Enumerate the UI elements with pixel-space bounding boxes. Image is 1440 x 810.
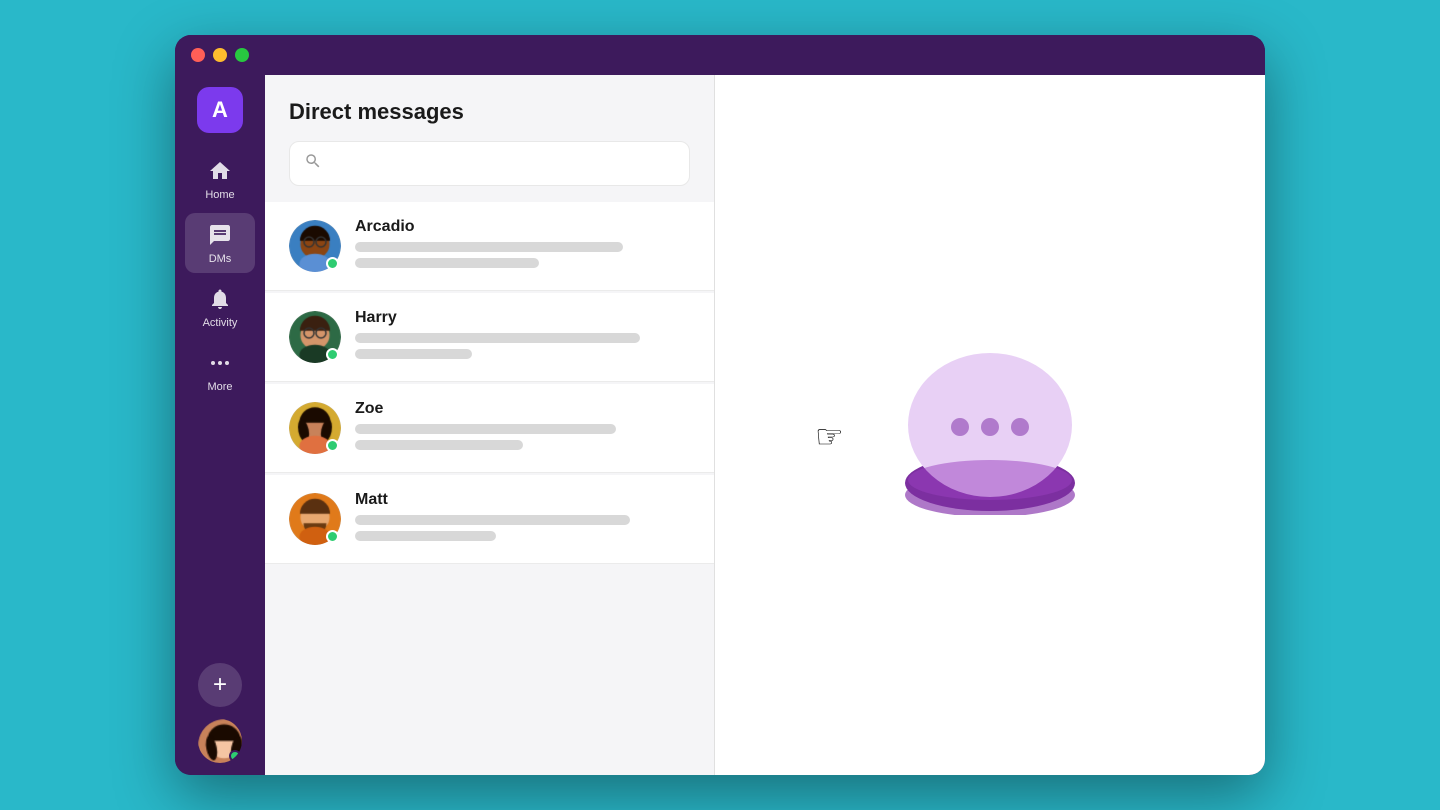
home-icon	[206, 157, 234, 185]
titlebar	[175, 35, 1265, 75]
search-icon	[304, 152, 322, 175]
sidebar-activity-label: Activity	[203, 317, 238, 329]
arcadio-preview-line1	[355, 242, 623, 252]
chat-bubble-svg	[890, 335, 1090, 515]
arcadio-avatar-wrap	[289, 220, 341, 272]
close-button[interactable]	[191, 48, 205, 62]
chat-illustration	[890, 335, 1090, 515]
matt-name: Matt	[355, 491, 690, 509]
app-body: A Home DMs	[175, 75, 1265, 775]
zoe-preview-line1	[355, 424, 616, 434]
main-content: ☞	[715, 75, 1265, 775]
harry-content: Harry	[355, 309, 690, 365]
add-button[interactable]: +	[198, 663, 242, 707]
dms-icon	[206, 221, 234, 249]
user-status-dot	[229, 750, 241, 762]
user-avatar[interactable]	[198, 719, 242, 763]
zoe-content: Zoe	[355, 400, 690, 456]
harry-preview-line2	[355, 349, 472, 359]
sidebar-item-activity[interactable]: Activity	[185, 277, 255, 337]
maximize-button[interactable]	[235, 48, 249, 62]
arcadio-status-dot	[326, 257, 339, 270]
matt-avatar-wrap	[289, 493, 341, 545]
arcadio-name: Arcadio	[355, 218, 690, 236]
matt-preview-line1	[355, 515, 630, 525]
dm-item-harry[interactable]: Harry	[265, 293, 714, 382]
bell-icon	[206, 285, 234, 313]
harry-status-dot	[326, 348, 339, 361]
arcadio-preview-line2	[355, 258, 539, 268]
dm-list: Arcadio Harry	[265, 202, 714, 775]
dm-header: Direct messages	[265, 75, 714, 141]
matt-status-dot	[326, 530, 339, 543]
matt-preview-line2	[355, 531, 496, 541]
more-icon	[206, 349, 234, 377]
zoe-name: Zoe	[355, 400, 690, 418]
search-input[interactable]	[332, 155, 675, 172]
zoe-status-dot	[326, 439, 339, 452]
sidebar-item-home[interactable]: Home	[185, 149, 255, 209]
harry-avatar-wrap	[289, 311, 341, 363]
dm-panel-title: Direct messages	[289, 99, 690, 125]
sidebar-item-dms[interactable]: DMs	[185, 213, 255, 273]
matt-content: Matt	[355, 491, 690, 547]
harry-preview-line1	[355, 333, 640, 343]
arcadio-content: Arcadio	[355, 218, 690, 274]
sidebar-more-label: More	[207, 381, 232, 393]
sidebar-dms-label: DMs	[209, 253, 232, 265]
sidebar: A Home DMs	[175, 75, 265, 775]
minimize-button[interactable]	[213, 48, 227, 62]
cursor-hand-icon: ☞	[815, 417, 844, 455]
harry-name: Harry	[355, 309, 690, 327]
dm-item-zoe[interactable]: Zoe	[265, 384, 714, 473]
sidebar-home-label: Home	[205, 189, 234, 201]
sidebar-item-more[interactable]: More	[185, 341, 255, 401]
app-window: A Home DMs	[175, 35, 1265, 775]
dm-item-arcadio[interactable]: Arcadio	[265, 202, 714, 291]
dm-panel: Direct messages	[265, 75, 715, 775]
search-bar[interactable]	[289, 141, 690, 186]
zoe-avatar-wrap	[289, 402, 341, 454]
workspace-avatar[interactable]: A	[197, 87, 243, 133]
dm-item-matt[interactable]: Matt	[265, 475, 714, 564]
zoe-preview-line2	[355, 440, 523, 450]
